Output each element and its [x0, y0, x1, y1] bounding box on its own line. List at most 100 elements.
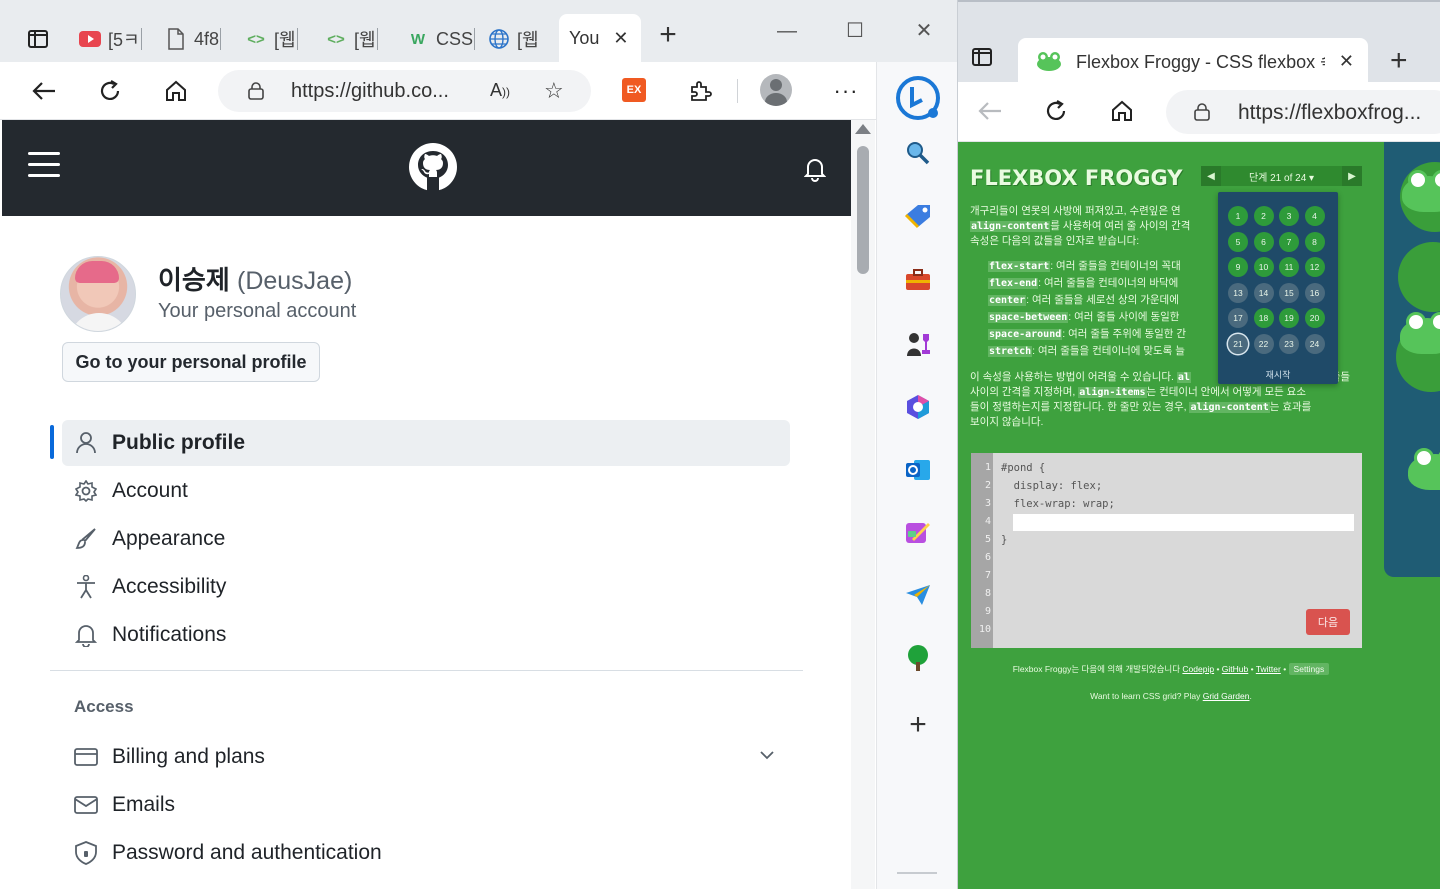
active-tab[interactable]: You ✕	[559, 14, 641, 62]
level-18-button[interactable]: 18	[1253, 308, 1274, 328]
url-text: https://flexboxfrog...	[1238, 101, 1422, 124]
tab-document[interactable]: 4f8	[164, 22, 222, 56]
tools-briefcase-icon[interactable]	[903, 265, 933, 295]
designer-icon[interactable]	[903, 518, 933, 548]
nav-label: Public profile	[112, 431, 246, 454]
notifications-bell-icon[interactable]	[804, 156, 826, 182]
tab-code-2[interactable]: <> [웹	[324, 22, 378, 56]
prev-level-button[interactable]: ◀	[1201, 166, 1221, 186]
send-paper-plane-icon[interactable]	[903, 580, 933, 610]
back-button[interactable]	[24, 72, 64, 110]
tree-icon[interactable]	[903, 643, 933, 673]
level-12-button[interactable]: 12	[1304, 257, 1325, 277]
extension-ex-icon[interactable]: EX	[622, 78, 646, 102]
new-tab-button[interactable]: +	[1390, 44, 1408, 78]
level-24-button[interactable]: 24	[1304, 333, 1325, 354]
nav-password-auth[interactable]: Password and authentication	[62, 830, 790, 876]
search-icon[interactable]	[903, 138, 933, 168]
hamburger-menu-icon[interactable]	[28, 152, 60, 178]
add-sidebar-app-icon[interactable]: +	[903, 710, 933, 740]
home-button[interactable]	[1102, 92, 1142, 130]
bing-copilot-icon[interactable]	[894, 74, 942, 122]
level-13-button[interactable]: 13	[1228, 282, 1248, 303]
games-chess-icon[interactable]	[903, 329, 933, 359]
level-16-button[interactable]: 16	[1304, 282, 1325, 303]
extensions-button[interactable]	[680, 72, 720, 110]
add-favorite-icon[interactable]: ☆	[544, 78, 564, 104]
address-bar[interactable]: https://github.co... A)) ☆	[218, 70, 591, 112]
settings-button[interactable]: Settings	[1288, 663, 1330, 675]
active-tab[interactable]: Flexbox Froggy - CSS flexbox 속 ✕	[1018, 38, 1368, 84]
level-9-button[interactable]: 9	[1228, 257, 1248, 277]
level-11-button[interactable]: 11	[1279, 257, 1299, 277]
level-3-button[interactable]: 3	[1279, 206, 1299, 226]
scroll-up-arrow[interactable]	[855, 124, 871, 134]
tab-actions-button[interactable]	[972, 48, 992, 66]
level-23-button[interactable]: 23	[1279, 333, 1299, 354]
level-20-button[interactable]: 20	[1304, 308, 1325, 328]
level-dropdown[interactable]: 단계 21 of 24 ▾	[1221, 169, 1342, 184]
flexbox-froggy-page: FLEXBOX FROGGY ◀ 단계 21 of 24 ▾ ▶ 개구리들이 연…	[958, 142, 1440, 889]
tab-globe[interactable]: [웹	[487, 22, 539, 56]
level-6-button[interactable]: 6	[1253, 231, 1274, 252]
level-14-button[interactable]: 14	[1253, 282, 1274, 303]
nav-emails[interactable]: Emails	[62, 782, 790, 828]
nav-label: Emails	[112, 793, 176, 816]
nav-notifications[interactable]: Notifications	[62, 612, 790, 658]
close-tab-icon[interactable]: ✕	[1339, 51, 1354, 72]
new-tab-button[interactable]: +	[654, 20, 682, 50]
css-code-input[interactable]	[1013, 514, 1354, 531]
right-toolbar: https://flexboxfrog...	[958, 82, 1440, 142]
github-link[interactable]: GitHub	[1222, 664, 1248, 674]
level-7-button[interactable]: 7	[1279, 231, 1299, 252]
level-21-button[interactable]: 21	[1228, 333, 1248, 354]
chevron-down-icon[interactable]	[760, 748, 774, 762]
page-scrollbar[interactable]	[851, 120, 875, 889]
next-button[interactable]: 다음	[1306, 609, 1350, 635]
level-2-button[interactable]: 2	[1253, 206, 1274, 226]
level-10-button[interactable]: 10	[1253, 257, 1274, 277]
close-tab-icon[interactable]: ✕	[613, 28, 628, 49]
more-menu-button[interactable]: ···	[826, 72, 866, 110]
address-bar[interactable]: https://flexboxfrog...	[1166, 90, 1440, 134]
outlook-icon[interactable]	[903, 455, 933, 485]
level-17-button[interactable]: 17	[1228, 308, 1248, 328]
codepip-link[interactable]: Codepip	[1182, 664, 1214, 674]
scroll-thumb[interactable]	[857, 146, 869, 274]
nav-accessibility[interactable]: Accessibility	[62, 564, 790, 610]
nav-public-profile[interactable]: Public profile	[62, 420, 790, 466]
profile-avatar-button[interactable]	[760, 74, 792, 106]
nav-appearance[interactable]: Appearance	[62, 516, 790, 562]
shopping-tag-icon[interactable]	[903, 201, 933, 231]
back-button[interactable]	[970, 92, 1010, 130]
read-aloud-icon[interactable]: A))	[490, 80, 510, 101]
tab-code-1[interactable]: <> [웹	[244, 22, 298, 56]
go-to-profile-button[interactable]: Go to your personal profile	[62, 342, 320, 382]
nav-billing[interactable]: Billing and plans	[62, 734, 790, 780]
level-22-button[interactable]: 22	[1253, 333, 1274, 354]
minimize-button[interactable]: —	[774, 18, 800, 44]
mail-icon	[74, 793, 98, 817]
level-5-button[interactable]: 5	[1228, 231, 1248, 252]
twitter-link[interactable]: Twitter	[1256, 664, 1281, 674]
left-toolbar: https://github.co... A)) ☆ EX ···	[0, 62, 957, 120]
level-1-button[interactable]: 1	[1228, 206, 1248, 226]
refresh-button[interactable]	[1036, 92, 1076, 130]
grid-garden-link[interactable]: Grid Garden	[1203, 691, 1250, 701]
microsoft-365-icon[interactable]	[903, 392, 933, 422]
maximize-button[interactable]: ☐	[842, 18, 868, 44]
close-window-button[interactable]: ✕	[911, 18, 937, 44]
level-4-button[interactable]: 4	[1304, 206, 1325, 226]
level-8-button[interactable]: 8	[1304, 231, 1325, 252]
tab-actions-button[interactable]	[18, 22, 58, 56]
github-logo-icon[interactable]	[408, 142, 458, 192]
next-level-arrow[interactable]: ▶	[1342, 166, 1362, 186]
reset-button[interactable]: 재시작	[1218, 368, 1338, 381]
home-button[interactable]	[156, 72, 196, 110]
level-19-button[interactable]: 19	[1279, 308, 1299, 328]
refresh-button[interactable]	[90, 72, 130, 110]
nav-account[interactable]: Account	[62, 468, 790, 514]
level-15-button[interactable]: 15	[1279, 282, 1299, 303]
tab-w3schools[interactable]: W CSS	[406, 22, 476, 56]
tab-youtube[interactable]: [5ㅋ	[78, 22, 142, 56]
